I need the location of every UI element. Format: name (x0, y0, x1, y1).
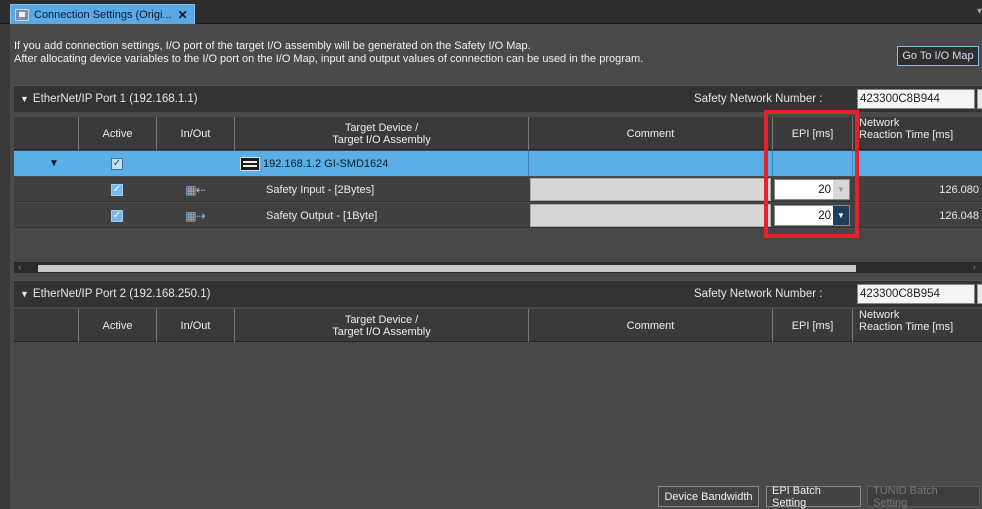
port1-title: EtherNet/IP Port 1 (192.168.1.1) (32, 93, 198, 105)
device-active-cell[interactable]: ✓ (78, 151, 156, 176)
port1-snn-button[interactable]: ... (977, 89, 982, 109)
col-nrt-line1: Network (859, 117, 900, 129)
port2-header[interactable]: ▼ EtherNet/IP Port 2 (192.168.250.1) Saf… (14, 280, 982, 307)
close-icon[interactable]: ✕ (178, 8, 188, 22)
connection-settings-icon (15, 8, 29, 21)
col-comment: Comment (528, 309, 772, 342)
col-active: Active (78, 117, 156, 150)
col-inout: In/Out (156, 117, 234, 150)
tunid-batch-setting-button: TUNID Batch Setting (867, 485, 980, 509)
device-bandwidth-button[interactable]: Device Bandwidth (658, 486, 759, 507)
col-target-line1: Target Device / (344, 121, 419, 134)
go-to-io-map-button[interactable]: Go To I/O Map (897, 46, 979, 66)
col-active: Active (78, 309, 156, 342)
col-inout: In/Out (156, 309, 234, 342)
input-direction-icon: ▦⇠ (185, 182, 205, 197)
nrt-value: 126.080 (939, 183, 979, 196)
tab-bar: Connection Settings (Origi... ✕ ▾ (0, 0, 982, 24)
tab-title: Connection Settings (Origi... (34, 8, 172, 21)
assembly-name: Safety Output - [1Byte] (266, 209, 378, 222)
col-target: Target Device / Target I/O Assembly (234, 309, 528, 342)
col-nrt-line2: Reaction Time [ms] (859, 129, 954, 141)
nrt-value: 126.048 (939, 209, 979, 222)
col-epi: EPI [ms] (772, 309, 852, 342)
info-line-1: If you add connection settings, I/O port… (14, 40, 531, 52)
col-nrt-line2: Reaction Time [ms] (859, 321, 954, 333)
col-target-line2: Target I/O Assembly (332, 325, 431, 338)
horizontal-scrollbar[interactable]: ‹ › (14, 262, 982, 273)
device-name: 192.168.1.2 GI-SMD1624 (263, 157, 389, 170)
port2-snn-button[interactable]: ... (977, 284, 982, 304)
left-gutter (0, 24, 10, 509)
scroll-right-icon[interactable]: › (973, 262, 976, 273)
scroll-left-icon[interactable]: ‹ (18, 262, 21, 273)
row-active-cell[interactable]: ✓ (78, 203, 156, 228)
col-comment: Comment (528, 117, 772, 150)
row-active-cell[interactable]: ✓ (78, 177, 156, 202)
expand-icon[interactable]: ▼ (44, 151, 64, 176)
scrollbar-thumb[interactable] (38, 265, 856, 272)
output-direction-icon: ▦⇢ (185, 208, 205, 223)
device-target-cell: 192.168.1.2 GI-SMD1624 (240, 151, 528, 176)
assembly-name: Safety Input - [2Bytes] (266, 183, 375, 196)
port2-title: EtherNet/IP Port 2 (192.168.250.1) (32, 288, 211, 300)
collapse-arrow-icon[interactable]: ▼ (20, 94, 29, 104)
col-target-line1: Target Device / (344, 313, 419, 326)
port2-snn-label: Safety Network Number : (694, 288, 823, 300)
epi-batch-setting-button[interactable]: EPI Batch Setting (766, 485, 861, 509)
active-checkbox[interactable]: ✓ (111, 209, 123, 222)
tab-connection-settings[interactable]: Connection Settings (Origi... ✕ (10, 4, 195, 24)
port2-empty-area (14, 343, 982, 480)
port1-header[interactable]: ▼ EtherNet/IP Port 1 (192.168.1.1) Safet… (14, 85, 982, 112)
active-checkbox[interactable]: ✓ (111, 183, 123, 196)
epi-highlight-box (764, 110, 859, 238)
comment-input[interactable] (530, 178, 771, 201)
port2-snn-input[interactable]: 423300C8B954 (857, 284, 975, 304)
col-target: Target Device / Target I/O Assembly (234, 117, 528, 150)
col-nrt: Network Reaction Time [ms] (852, 117, 982, 150)
info-text: If you add connection settings, I/O port… (14, 40, 643, 66)
col-nrt: Network Reaction Time [ms] (852, 309, 982, 342)
port1-snn-input[interactable]: 423300C8B944 (857, 89, 975, 109)
device-icon (240, 156, 260, 171)
window-menu-icon[interactable]: ▾ (977, 6, 982, 17)
col-nrt-line1: Network (859, 309, 900, 321)
comment-input[interactable] (530, 204, 771, 227)
port1-snn-label: Safety Network Number : (694, 93, 823, 105)
port2-column-header: Active In/Out Target Device / Target I/O… (14, 309, 982, 342)
info-line-2: After allocating device variables to the… (14, 53, 644, 65)
col-target-line2: Target I/O Assembly (332, 133, 431, 146)
device-active-checkbox[interactable]: ✓ (111, 157, 123, 170)
collapse-arrow-icon[interactable]: ▼ (20, 289, 29, 299)
